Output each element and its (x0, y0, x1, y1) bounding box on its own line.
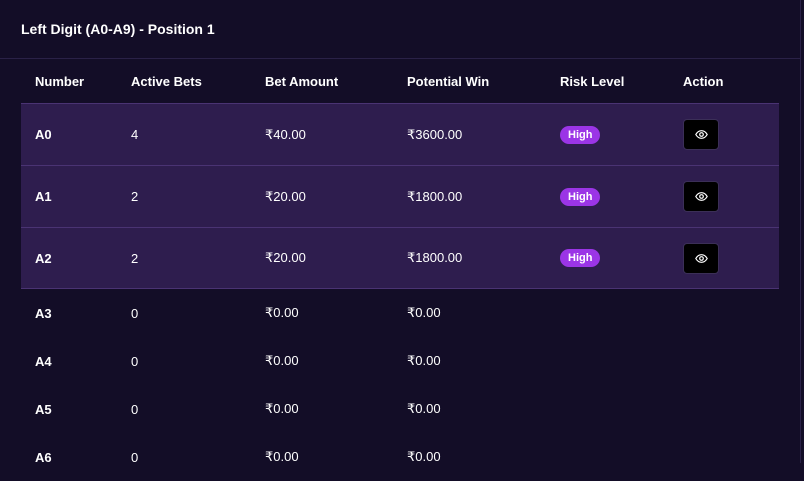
eye-icon (694, 253, 708, 263)
cell-active-bets: 0 (131, 449, 139, 465)
view-button[interactable] (683, 181, 719, 212)
risk-badge: High (560, 187, 601, 206)
cell-number: A1 (35, 189, 52, 204)
cell-risk-level: High (560, 249, 683, 267)
header-action: Action (683, 74, 724, 89)
cell-number: A4 (35, 353, 52, 369)
cell-bet-amount: ₹20.00 (265, 188, 306, 204)
header-risk-level: Risk Level (560, 74, 625, 89)
header-potential-win: Potential Win (407, 74, 490, 89)
cell-potential-win: ₹0.00 (407, 353, 441, 368)
cell-active-bets: 0 (131, 305, 139, 321)
table-row: A6 0 ₹0.00 ₹0.00 (21, 433, 779, 481)
table-row: A4 0 ₹0.00 ₹0.00 (21, 337, 779, 385)
cell-risk-level: High (560, 187, 683, 206)
table-row: A5 0 ₹0.00 ₹0.00 (21, 385, 779, 433)
header-number: Number (35, 74, 85, 89)
view-button[interactable] (683, 242, 719, 274)
table-row: A1 2 ₹20.00 ₹1800.00 High (21, 165, 779, 227)
cell-active-bets: 0 (131, 401, 139, 417)
cell-risk-level: High (560, 125, 683, 144)
cell-potential-win: ₹0.00 (407, 401, 441, 416)
table-row: A3 0 ₹0.00 ₹0.00 (21, 289, 779, 337)
table-header-row: Number Active Bets Bet Amount Potential … (21, 60, 779, 103)
eye-icon (694, 130, 708, 139)
risk-badge: High (560, 125, 601, 144)
cell-bet-amount: ₹0.00 (265, 305, 299, 320)
cell-number: A3 (35, 305, 52, 321)
table-row: A0 4 ₹40.00 ₹3600.00 High (21, 103, 779, 165)
eye-icon (694, 192, 708, 201)
cell-action (683, 181, 779, 212)
cell-action (683, 119, 779, 150)
left-digit-panel: Left Digit (A0-A9) - Position 1 Number A… (0, 0, 801, 465)
cell-active-bets: 4 (131, 127, 139, 142)
cell-bet-amount: ₹40.00 (265, 126, 306, 142)
risk-badge: High (560, 249, 601, 267)
bets-table: Number Active Bets Bet Amount Potential … (21, 60, 779, 481)
cell-bet-amount: ₹0.00 (265, 353, 299, 368)
cell-potential-win: ₹1800.00 (407, 188, 463, 204)
cell-potential-win: ₹1800.00 (407, 250, 463, 265)
header-bet-amount: Bet Amount (265, 74, 339, 89)
cell-active-bets: 0 (131, 353, 139, 369)
cell-bet-amount: ₹0.00 (265, 401, 299, 416)
cell-number: A0 (35, 127, 52, 142)
panel-title: Left Digit (A0-A9) - Position 1 (21, 21, 215, 37)
cell-number: A2 (35, 250, 52, 266)
cell-potential-win: ₹0.00 (407, 305, 441, 320)
cell-active-bets: 2 (131, 189, 139, 204)
table-row: A2 2 ₹20.00 ₹1800.00 High (21, 227, 779, 289)
view-button[interactable] (683, 119, 719, 150)
cell-number: A6 (35, 449, 52, 465)
cell-bet-amount: ₹20.00 (265, 250, 306, 265)
panel-header: Left Digit (A0-A9) - Position 1 (0, 0, 800, 59)
cell-number: A5 (35, 401, 52, 417)
cell-active-bets: 2 (131, 250, 139, 266)
cell-action (683, 242, 779, 274)
header-active-bets: Active Bets (131, 74, 202, 89)
cell-potential-win: ₹3600.00 (407, 126, 463, 142)
